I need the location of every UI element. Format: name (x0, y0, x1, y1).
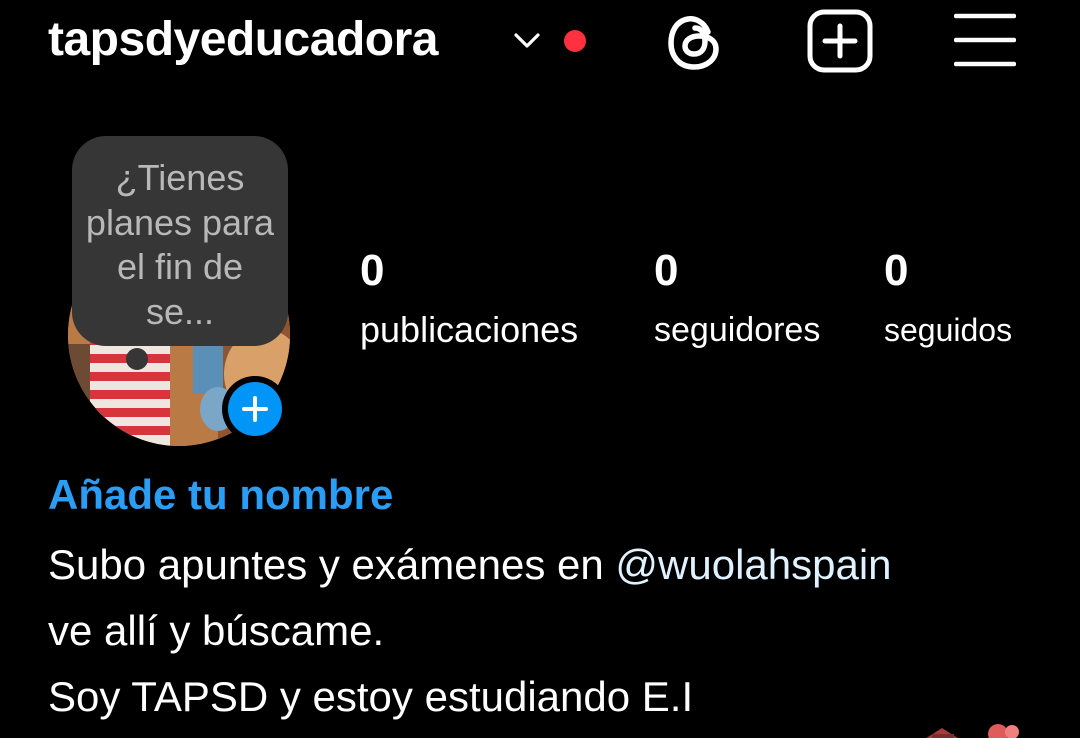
create-post-icon[interactable] (806, 9, 874, 73)
profile-screen: tapsdyeducadora ¿Tienes planes para el f… (0, 0, 1080, 738)
following-label: seguidos (884, 312, 1013, 348)
followers-stat[interactable]: 0 seguidores (654, 244, 820, 352)
bio-line-text: Subo apuntes y exámenes en (48, 541, 616, 588)
bio-line: Subo apuntes y exámenes en @wuolahspain (48, 532, 892, 598)
note-text: ¿Tienes planes para el fin de se... (85, 157, 275, 332)
menu-icon[interactable] (954, 12, 1016, 68)
bio-line: Soy TAPSD y estoy estudiando E.I (48, 673, 694, 720)
add-name-link[interactable]: Añade tu nombre (48, 470, 393, 520)
threads-icon[interactable] (664, 10, 726, 74)
following-stat[interactable]: 0 seguidos (884, 244, 1012, 352)
mention-link[interactable]: @wuolahspain (615, 541, 891, 588)
posts-label: publicaciones (360, 309, 579, 350)
add-story-button[interactable] (222, 376, 288, 442)
plus-icon (242, 396, 268, 422)
posts-count: 0 (360, 246, 385, 295)
following-count: 0 (884, 246, 909, 295)
username-switcher[interactable]: tapsdyeducadora (48, 12, 438, 68)
posts-stat[interactable]: 0 publicaciones (360, 244, 578, 352)
bio-text: Subo apuntes y exámenes en @wuolahspain … (48, 532, 892, 730)
followers-label: seguidores (654, 311, 821, 349)
notification-dot (564, 30, 586, 52)
followers-count: 0 (654, 246, 679, 295)
emoji-icon (926, 724, 1019, 738)
chevron-down-icon[interactable] (512, 28, 542, 52)
note-bubble[interactable]: ¿Tienes planes para el fin de se... (72, 136, 288, 346)
note-bubble-tail (126, 348, 148, 370)
bio-line: ve allí y búscame. (48, 607, 385, 654)
